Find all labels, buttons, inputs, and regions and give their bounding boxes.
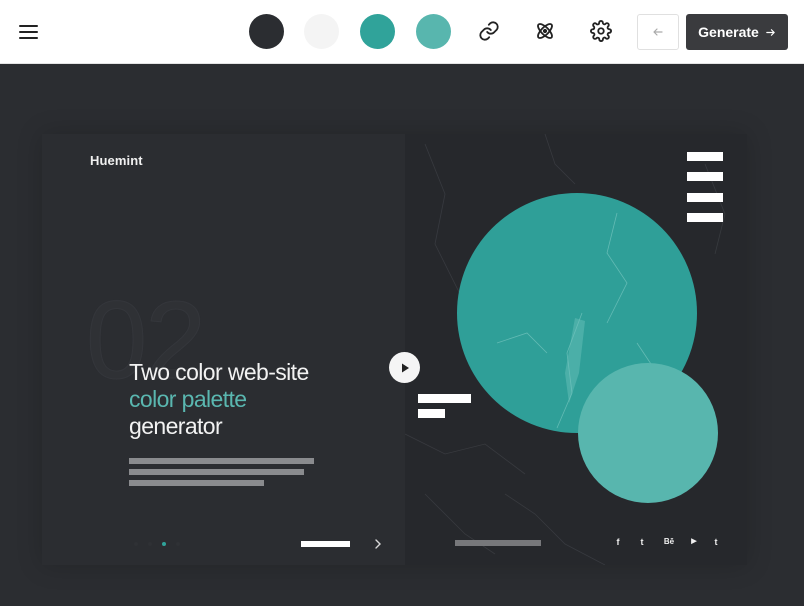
caption-placeholder-line [418,394,471,403]
slide-dot[interactable] [176,542,180,546]
nav-menu-line[interactable] [687,193,723,202]
facebook-icon[interactable]: f [612,536,624,548]
slide-indicator [134,542,180,546]
play-icon [401,363,409,372]
text-placeholder-line [129,469,304,475]
nav-menu-line[interactable] [687,172,723,181]
teal-circle-small [578,363,718,503]
slide-dot[interactable] [134,542,138,546]
generate-button[interactable]: Generate [686,14,788,50]
website-preview: Huemint 02 Two color web-site color pale… [42,134,747,565]
text-placeholder-line [129,458,314,464]
slide-dot-active[interactable] [162,542,166,546]
behance-icon[interactable]: Bē [662,536,676,548]
footer-text-placeholder [455,540,541,546]
slide-dot[interactable] [148,542,152,546]
twitter-icon[interactable]: t [636,536,648,548]
headline-text: Two color web-site [129,359,309,385]
gear-icon[interactable] [588,18,614,44]
link-icon[interactable] [476,18,502,44]
atom-icon[interactable] [532,18,558,44]
headline-text-end: generator [129,413,223,439]
hamburger-menu-icon[interactable] [14,18,42,46]
back-button[interactable] [637,14,679,50]
toolbar: Generate [0,0,804,64]
cta-link-placeholder[interactable] [301,541,350,547]
hero-image-panel: f t Bē ▶ t [405,134,747,565]
headline: Two color web-site color palette generat… [129,359,329,440]
generate-label: Generate [698,24,759,40]
swatch-teal[interactable] [360,14,395,49]
tumblr-icon[interactable]: t [710,536,722,548]
text-placeholder-line [129,480,264,486]
youtube-icon[interactable]: ▶ [688,536,700,548]
nav-menu-line[interactable] [687,213,723,222]
swatch-dark[interactable] [249,14,284,49]
chevron-right-icon[interactable] [372,537,384,551]
play-button[interactable] [389,352,420,383]
arrow-left-icon [653,28,663,36]
arrow-right-icon [766,28,775,36]
brand-logo: Huemint [90,153,143,168]
nav-menu-line[interactable] [687,152,723,161]
swatch-light[interactable] [304,14,339,49]
caption-placeholder-line [418,409,445,418]
swatch-light-teal[interactable] [416,14,451,49]
headline-accent: color palette [129,386,247,412]
